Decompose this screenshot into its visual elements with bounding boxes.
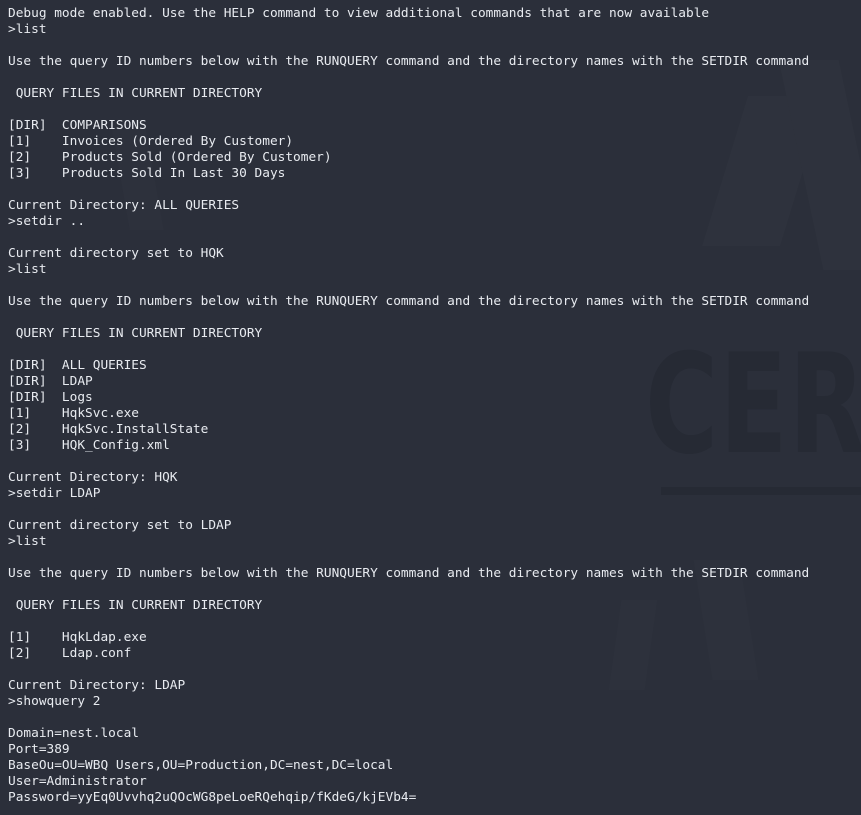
console-output[interactable]: Debug mode enabled. Use the HELP command… <box>0 0 861 806</box>
terminal-window[interactable]: CER Debug mode enabled. Use the HELP com… <box>0 0 861 815</box>
